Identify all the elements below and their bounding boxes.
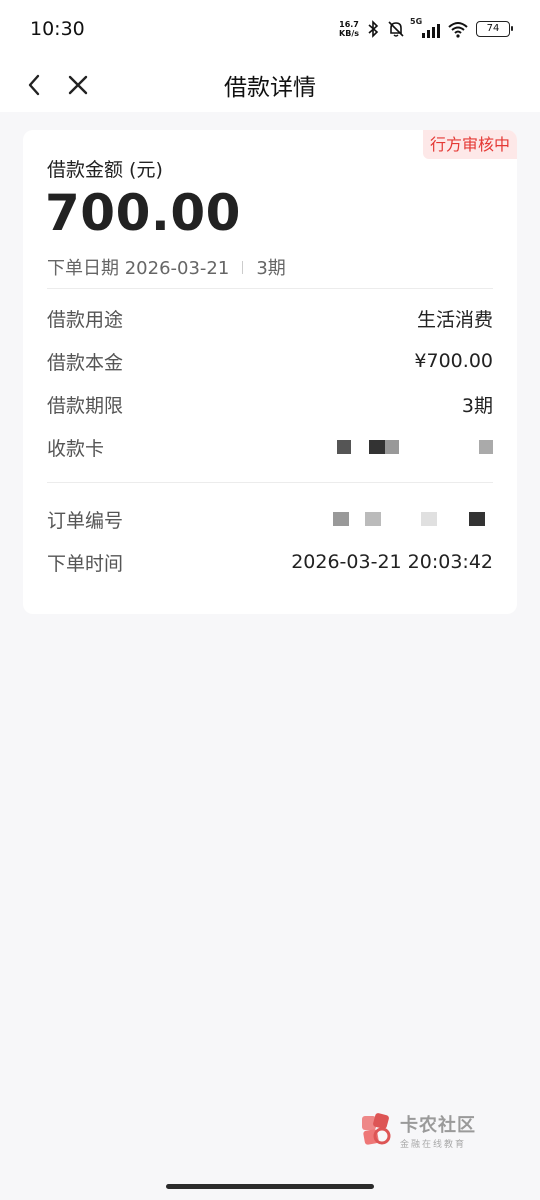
bluetooth-icon [368, 20, 379, 38]
order-date: 下单日期 2026-03-21 [47, 258, 230, 279]
wifi-icon [448, 22, 468, 38]
network-speed: 16.7 KB/s [339, 20, 359, 38]
redacted-order-number [333, 512, 493, 526]
divider [242, 260, 244, 274]
nav-bar: 借款详情 [0, 58, 540, 112]
page-title: 借款详情 [224, 75, 316, 101]
row-value: ¥700.00 [414, 350, 493, 372]
amount-label: 借款金额 (元) [47, 159, 163, 181]
battery-icon: 74 [476, 21, 513, 37]
row-label: 订单编号 [47, 509, 124, 532]
divider [47, 288, 493, 289]
detail-row-order-number: 订单编号 [47, 506, 493, 532]
row-label: 借款本金 [47, 351, 124, 374]
row-label: 下单时间 [47, 552, 124, 575]
term-short: 3期 [256, 258, 286, 279]
bell-off-icon [388, 21, 404, 37]
watermark-main: 卡农社区 [400, 1114, 476, 1136]
network-type: 5G [410, 17, 423, 26]
signal-icon: 5G [410, 17, 440, 38]
status-time: 10:30 [30, 18, 85, 40]
order-summary-line: 下单日期 2026-03-21 3期 [47, 254, 286, 280]
status-bar: 10:30 16.7 KB/s 5G 74 [0, 0, 540, 58]
status-icons: 16.7 KB/s 5G 74 [339, 17, 513, 40]
home-indicator[interactable] [166, 1184, 374, 1189]
watermark-sub: 金融在线教育 [400, 1139, 467, 1150]
row-value: 生活消费 [416, 308, 493, 331]
detail-row-purpose: 借款用途 生活消费 [47, 305, 493, 331]
kanong-logo-icon [362, 1113, 391, 1145]
card-notch [526, 447, 540, 473]
row-value: 3期 [461, 394, 493, 417]
watermark-logo: 卡农社区 金融在线教育 [360, 1110, 480, 1150]
row-label: 收款卡 [47, 437, 105, 460]
detail-row-principal: 借款本金 ¥700.00 [47, 348, 493, 374]
row-label: 借款期限 [47, 394, 124, 417]
status-badge: 行方审核中 [422, 130, 517, 159]
row-label: 借款用途 [47, 308, 124, 331]
watermark-text: 卡农社区 金融在线教育 [400, 1111, 476, 1150]
loan-detail-card: 行方审核中 借款金额 (元) 700.00 下单日期 2026-03-21 3期… [23, 130, 517, 614]
redacted-card-number [337, 440, 493, 454]
detail-row-order-time: 下单时间 2026-03-21 20:03:42 [47, 549, 493, 575]
card-notch [526, 509, 540, 535]
detail-row-term: 借款期限 3期 [47, 391, 493, 417]
divider [47, 482, 493, 483]
amount-value: 700.00 [45, 184, 241, 242]
row-value: 2026-03-21 20:03:42 [291, 551, 493, 573]
detail-row-card: 收款卡 [47, 434, 493, 460]
